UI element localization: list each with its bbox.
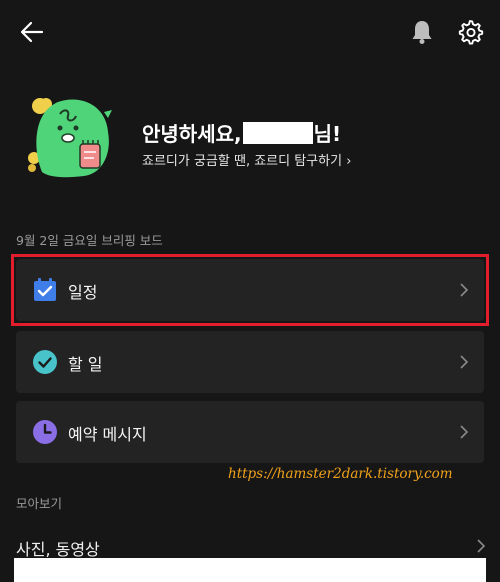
chevron-right-icon xyxy=(460,355,469,369)
redacted-username xyxy=(242,122,313,144)
briefing-date-label: 9월 2일 금요일 브리핑 보드 xyxy=(16,233,163,248)
briefing-item-reserved-message[interactable]: 예약 메시지 xyxy=(16,401,484,463)
explore-jordy-link[interactable]: 죠르디가 궁금할 땐, 죠르디 탐구하기 › xyxy=(142,150,351,169)
jordy-mascot-icon[interactable] xyxy=(22,92,132,182)
briefing-item-label: 할 일 xyxy=(68,355,103,374)
gear-icon[interactable] xyxy=(456,18,484,46)
collection-item-photos-videos[interactable]: 사진, 동영상 xyxy=(16,532,486,560)
watermark-text: https://hamster2dark.tistory.com xyxy=(228,466,453,482)
highlight-box xyxy=(11,254,489,326)
chevron-right-icon: › xyxy=(346,154,352,169)
check-circle-icon xyxy=(33,350,57,374)
bell-icon[interactable] xyxy=(408,18,436,46)
collection-label: 모아보기 xyxy=(16,496,63,511)
chevron-right-icon xyxy=(477,539,486,553)
briefing-item-todo[interactable]: 할 일 xyxy=(16,331,484,393)
clock-icon xyxy=(33,420,57,444)
redacted-area xyxy=(14,558,486,582)
profile-section: 안녕하세요, 님! 죠르디가 궁금할 땐, 죠르디 탐구하기 › xyxy=(0,92,500,192)
top-bar xyxy=(0,0,500,64)
briefing-item-label: 예약 메시지 xyxy=(68,425,147,444)
back-arrow-icon[interactable] xyxy=(18,18,46,46)
collection-item-label: 사진, 동영상 xyxy=(16,540,100,559)
greeting-title: 안녕하세요, 님! xyxy=(142,122,342,146)
chevron-right-icon xyxy=(460,425,469,439)
